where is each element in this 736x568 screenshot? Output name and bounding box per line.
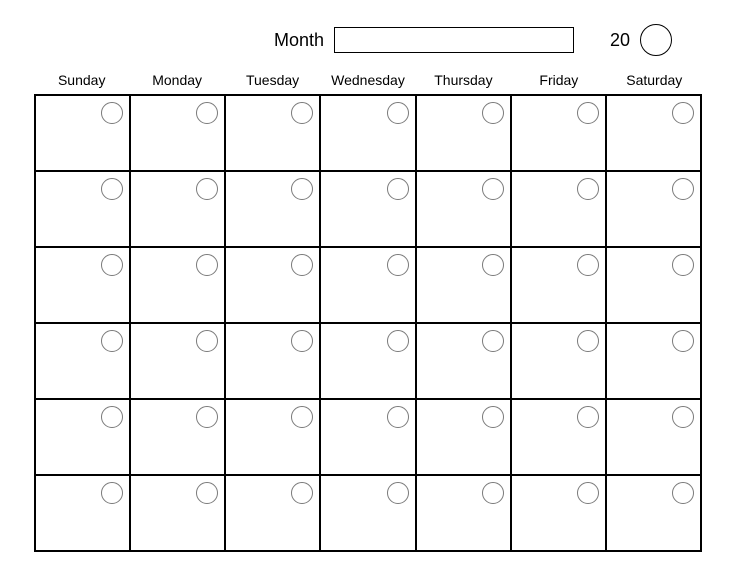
calendar-cell[interactable] <box>320 399 415 475</box>
calendar-cell[interactable] <box>130 399 225 475</box>
month-input[interactable] <box>334 27 574 53</box>
date-circle[interactable] <box>672 254 694 276</box>
date-circle[interactable] <box>577 178 599 200</box>
calendar-cell[interactable] <box>416 399 511 475</box>
date-circle[interactable] <box>482 330 504 352</box>
day-label-monday: Monday <box>129 70 224 90</box>
calendar-cell[interactable] <box>320 171 415 247</box>
date-circle[interactable] <box>196 482 218 504</box>
date-circle[interactable] <box>101 178 123 200</box>
date-circle[interactable] <box>291 254 313 276</box>
calendar-cell[interactable] <box>225 95 320 171</box>
calendar-cell[interactable] <box>320 247 415 323</box>
calendar-cell[interactable] <box>130 323 225 399</box>
calendar-cell[interactable] <box>130 95 225 171</box>
calendar-cell[interactable] <box>511 247 606 323</box>
date-circle[interactable] <box>577 406 599 428</box>
date-circle[interactable] <box>387 482 409 504</box>
date-circle[interactable] <box>387 406 409 428</box>
calendar-cell[interactable] <box>511 323 606 399</box>
calendar-cell[interactable] <box>606 475 701 551</box>
date-circle[interactable] <box>672 102 694 124</box>
day-label-wednesday: Wednesday <box>320 70 415 90</box>
day-label-saturday: Saturday <box>607 70 702 90</box>
date-circle[interactable] <box>482 406 504 428</box>
date-circle[interactable] <box>196 330 218 352</box>
calendar-cell[interactable] <box>320 323 415 399</box>
calendar-cell[interactable] <box>320 95 415 171</box>
calendar-cell[interactable] <box>35 247 130 323</box>
calendar-cell[interactable] <box>606 247 701 323</box>
date-circle[interactable] <box>291 406 313 428</box>
day-label-friday: Friday <box>511 70 606 90</box>
calendar-cell[interactable] <box>225 247 320 323</box>
date-circle[interactable] <box>101 482 123 504</box>
calendar-grid <box>34 94 702 552</box>
calendar-cell[interactable] <box>511 95 606 171</box>
date-circle[interactable] <box>387 102 409 124</box>
date-circle[interactable] <box>577 102 599 124</box>
calendar-cell[interactable] <box>225 475 320 551</box>
calendar-cell[interactable] <box>130 247 225 323</box>
date-circle[interactable] <box>196 406 218 428</box>
calendar-cell[interactable] <box>606 323 701 399</box>
date-circle[interactable] <box>577 482 599 504</box>
calendar-cell[interactable] <box>130 171 225 247</box>
date-circle[interactable] <box>482 102 504 124</box>
calendar-cell[interactable] <box>35 399 130 475</box>
calendar-cell[interactable] <box>511 475 606 551</box>
calendar-cell[interactable] <box>606 95 701 171</box>
date-circle[interactable] <box>482 178 504 200</box>
calendar-cell[interactable] <box>511 399 606 475</box>
month-label: Month <box>274 30 324 51</box>
date-circle[interactable] <box>291 330 313 352</box>
calendar-cell[interactable] <box>606 171 701 247</box>
date-circle[interactable] <box>672 406 694 428</box>
date-circle[interactable] <box>482 254 504 276</box>
days-header-row: Sunday Monday Tuesday Wednesday Thursday… <box>34 70 702 90</box>
calendar-cell[interactable] <box>35 171 130 247</box>
calendar-header: Month 20 <box>34 24 702 56</box>
day-label-tuesday: Tuesday <box>225 70 320 90</box>
date-circle[interactable] <box>196 102 218 124</box>
calendar-cell[interactable] <box>35 323 130 399</box>
date-circle[interactable] <box>387 330 409 352</box>
date-circle[interactable] <box>196 254 218 276</box>
calendar-cell[interactable] <box>416 171 511 247</box>
date-circle[interactable] <box>672 178 694 200</box>
date-circle[interactable] <box>387 254 409 276</box>
date-circle[interactable] <box>291 102 313 124</box>
day-label-sunday: Sunday <box>34 70 129 90</box>
date-circle[interactable] <box>101 406 123 428</box>
date-circle[interactable] <box>291 482 313 504</box>
calendar-cell[interactable] <box>416 247 511 323</box>
calendar-cell[interactable] <box>35 475 130 551</box>
date-circle[interactable] <box>577 330 599 352</box>
calendar-cell[interactable] <box>225 171 320 247</box>
date-circle[interactable] <box>101 330 123 352</box>
year-input-circle[interactable] <box>640 24 672 56</box>
calendar-cell[interactable] <box>35 95 130 171</box>
calendar-cell[interactable] <box>416 95 511 171</box>
date-circle[interactable] <box>482 482 504 504</box>
calendar-cell[interactable] <box>225 399 320 475</box>
year-prefix: 20 <box>610 30 630 51</box>
calendar-cell[interactable] <box>130 475 225 551</box>
calendar-cell[interactable] <box>320 475 415 551</box>
day-label-thursday: Thursday <box>416 70 511 90</box>
date-circle[interactable] <box>101 254 123 276</box>
calendar-cell[interactable] <box>416 475 511 551</box>
date-circle[interactable] <box>101 102 123 124</box>
calendar-cell[interactable] <box>225 323 320 399</box>
date-circle[interactable] <box>387 178 409 200</box>
date-circle[interactable] <box>672 482 694 504</box>
date-circle[interactable] <box>196 178 218 200</box>
calendar-cell[interactable] <box>416 323 511 399</box>
date-circle[interactable] <box>577 254 599 276</box>
date-circle[interactable] <box>291 178 313 200</box>
calendar-cell[interactable] <box>511 171 606 247</box>
date-circle[interactable] <box>672 330 694 352</box>
calendar-cell[interactable] <box>606 399 701 475</box>
